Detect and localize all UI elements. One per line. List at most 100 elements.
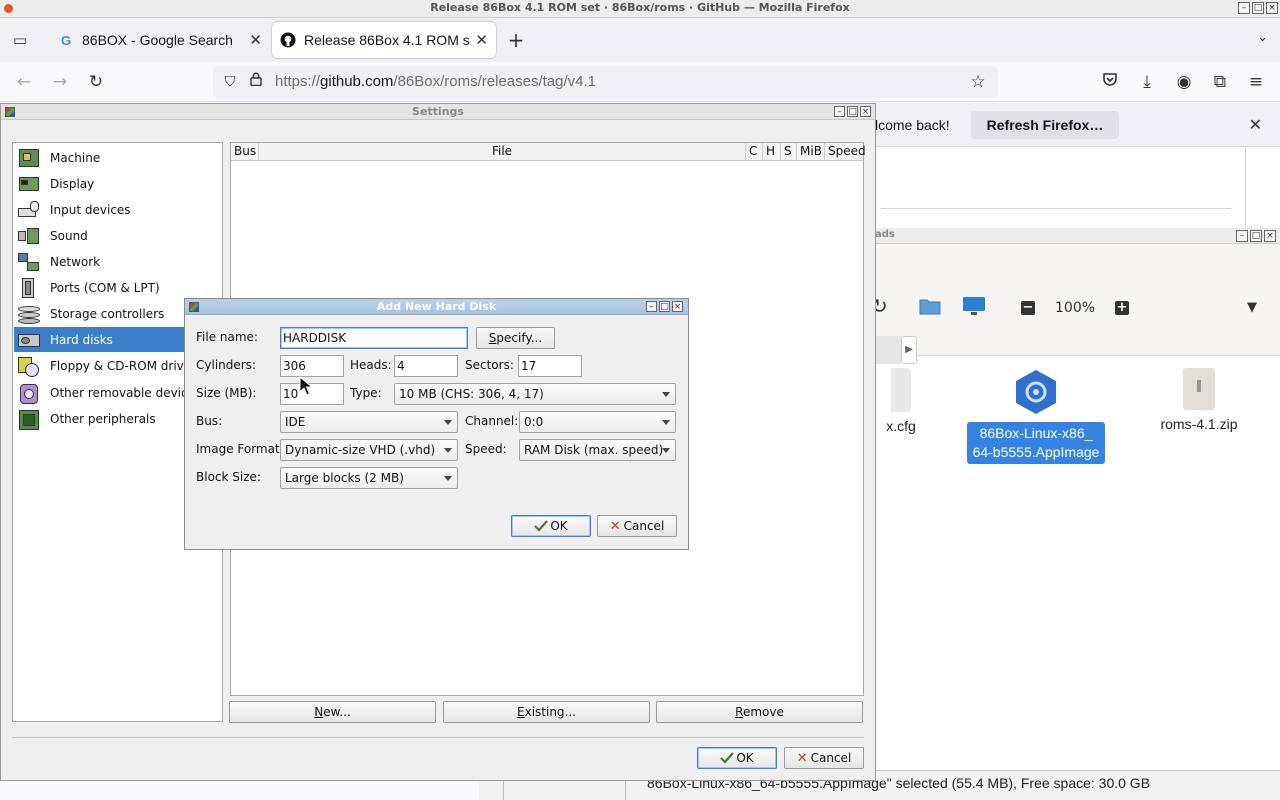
close-tab-icon[interactable]: ✕ [475, 31, 488, 49]
category-sound[interactable]: Sound [14, 223, 221, 248]
close-notification-icon[interactable]: ✕ [1249, 115, 1262, 134]
folder-icon[interactable] [919, 296, 941, 320]
file-name: 86Box-Linux-x86_ 64-b5555.AppImage [966, 422, 1106, 464]
dropdown-arrow-icon [662, 392, 670, 397]
category-machine[interactable]: Machine [14, 145, 221, 170]
downloads-icon[interactable]: ⤓ [1136, 71, 1158, 93]
breadcrumb-next-icon[interactable]: ▶ [901, 336, 917, 364]
display-icon [17, 173, 41, 195]
forward-icon[interactable]: → [49, 71, 71, 93]
cylinders-input[interactable]: 306 [280, 355, 344, 377]
category-ports[interactable]: Ports (COM & LPT) [14, 275, 221, 300]
image-format-select[interactable]: Dynamic-size VHD (.vhd) [280, 439, 458, 461]
dialog-ok-button[interactable]: OK [511, 515, 591, 537]
sound-icon [17, 225, 41, 247]
cancel-x-icon: ✕ [609, 519, 621, 534]
tab-google-search[interactable]: G 86BOX - Google Search ✕ [50, 22, 270, 58]
lock-icon[interactable] [245, 71, 267, 93]
zoom-out-icon[interactable]: − [1021, 301, 1035, 315]
file-item-selected[interactable]: 86Box-Linux-x86_ 64-b5555.AppImage [963, 368, 1109, 464]
column-s[interactable]: S [781, 143, 797, 161]
network-icon [17, 251, 41, 273]
account-icon[interactable]: ◉ [1173, 71, 1195, 93]
sectors-label: Sectors: [465, 358, 514, 372]
close-icon[interactable]: × [1264, 230, 1276, 242]
page-divider [1245, 148, 1246, 228]
minimize-icon[interactable]: – [1238, 2, 1250, 14]
bus-select[interactable]: IDE [280, 411, 458, 433]
maximize-icon[interactable]: □ [847, 106, 858, 117]
specify-button[interactable]: Specify... [476, 327, 555, 349]
column-h[interactable]: H [763, 143, 781, 161]
refresh-firefox-button[interactable]: Refresh Firefox… [971, 111, 1119, 139]
heads-input[interactable]: 4 [394, 355, 458, 377]
column-c[interactable]: C [746, 143, 763, 161]
maximize-icon[interactable]: □ [1252, 2, 1264, 14]
new-disk-button[interactable]: New... [229, 701, 436, 723]
extensions-icon[interactable]: ⧉ [1209, 71, 1231, 93]
minimize-icon[interactable]: – [1236, 230, 1248, 242]
tracking-shield-icon[interactable]: ⛉ [219, 71, 241, 93]
input-devices-icon [17, 199, 41, 221]
dialog-titlebar: Add New Hard Disk – □ × [185, 299, 688, 315]
image-format-label: Image Format: [196, 442, 284, 456]
list-all-tabs-icon[interactable]: ⌄ [1257, 30, 1268, 45]
close-icon[interactable]: × [860, 106, 871, 117]
table-header: Bus File C H S MiB Speed [231, 143, 866, 161]
remove-disk-button[interactable]: Remove [656, 701, 863, 723]
speed-select[interactable]: RAM Disk (max. speed) [519, 439, 676, 461]
column-speed[interactable]: Speed [825, 143, 866, 161]
settings-title: Settings [412, 105, 464, 118]
category-label: Input devices [50, 202, 131, 217]
category-network[interactable]: Network [14, 249, 221, 274]
reload-icon[interactable]: ↻ [85, 71, 107, 93]
ok-check-icon [534, 518, 549, 532]
existing-disk-button[interactable]: Existing... [443, 701, 650, 723]
column-bus[interactable]: Bus [231, 143, 259, 161]
desktop-icon[interactable] [962, 296, 986, 321]
dialog-cancel-button[interactable]: ✕ Cancel [597, 515, 677, 537]
zoom-in-icon[interactable]: + [1115, 301, 1129, 315]
settings-divider [12, 737, 864, 738]
column-mib[interactable]: MiB [797, 143, 825, 161]
close-tab-icon[interactable]: ✕ [249, 31, 262, 49]
category-label: Display [50, 176, 95, 191]
minimize-icon[interactable]: – [834, 106, 845, 117]
category-input-devices[interactable]: Input devices [14, 197, 221, 222]
bookmark-star-icon[interactable]: ☆ [967, 71, 989, 93]
firefox-view-icon[interactable]: ▭ [8, 28, 32, 52]
appimage-icon [1012, 368, 1060, 416]
settings-ok-button[interactable]: OK [697, 747, 777, 769]
category-label: Sound [50, 228, 88, 243]
file-item[interactable]: x.cfg [871, 368, 931, 434]
type-select[interactable]: 10 MB (CHS: 306, 4, 17) [394, 383, 676, 405]
maximize-icon[interactable]: □ [659, 301, 670, 312]
url-bar[interactable]: ⛉ https://github.com/86Box/roms/releases… [213, 66, 998, 98]
close-icon[interactable]: × [672, 301, 683, 312]
dropdown-arrow-icon [662, 420, 670, 425]
settings-cancel-button[interactable]: ✕ Cancel [784, 747, 864, 769]
minimize-icon[interactable]: – [646, 301, 657, 312]
sectors-input[interactable]: 17 [518, 355, 582, 377]
chevron-down-icon[interactable]: ▼ [1247, 296, 1257, 320]
url-text[interactable]: https://github.com/86Box/roms/releases/t… [275, 73, 596, 90]
block-size-select[interactable]: Large blocks (2 MB) [280, 467, 458, 489]
pocket-icon[interactable] [1099, 71, 1121, 93]
new-tab-icon[interactable]: + [504, 28, 528, 52]
menu-icon[interactable]: ≡ [1245, 71, 1267, 93]
category-display[interactable]: Display [14, 171, 221, 196]
file-item[interactable]: roms-4.1.zip [1151, 368, 1247, 432]
close-icon[interactable]: × [1266, 2, 1278, 14]
window-controls: – □ × [646, 301, 683, 312]
tab-title: 86BOX - Google Search [82, 32, 233, 48]
tab-github-release[interactable]: Release 86Box 4.1 ROM s ✕ [272, 22, 496, 58]
window-controls: – □ × [834, 106, 871, 117]
peripherals-icon [17, 408, 41, 430]
file-name-input[interactable]: HARDDISK [280, 327, 468, 349]
breadcrumb-segment[interactable] [875, 336, 903, 364]
back-icon[interactable]: ← [13, 71, 35, 93]
column-file[interactable]: File [259, 143, 746, 161]
channel-select[interactable]: 0:0 [519, 411, 676, 433]
maximize-icon[interactable]: □ [1250, 230, 1262, 242]
zoom-level: 100% [1055, 300, 1096, 316]
